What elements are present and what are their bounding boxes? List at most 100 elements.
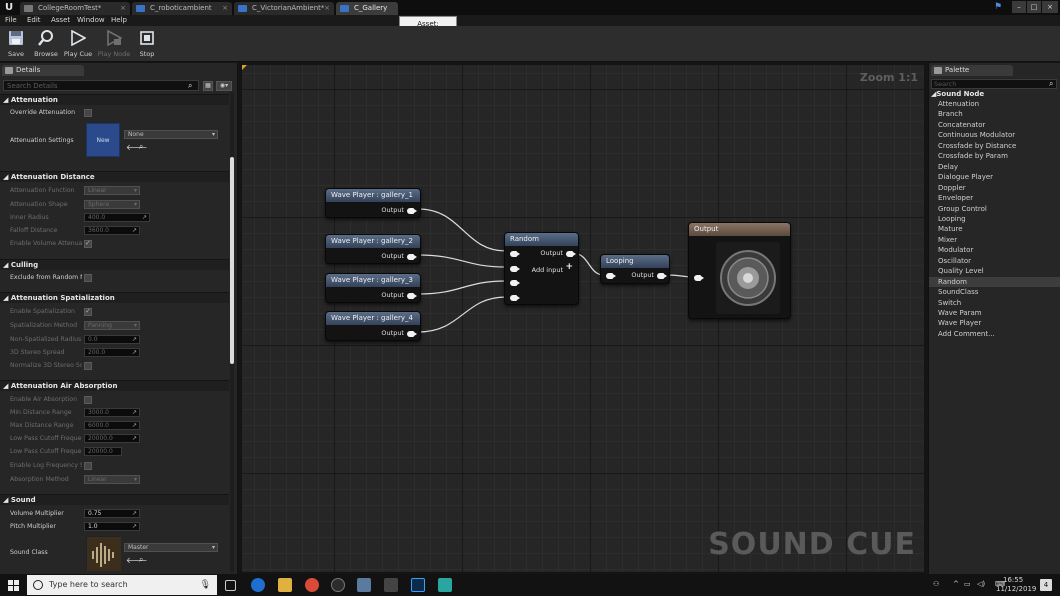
browse-asset-icon[interactable]: ⌕	[139, 555, 143, 565]
menu-window[interactable]: Window	[77, 15, 105, 26]
menu-help[interactable]: Help	[111, 15, 127, 26]
override-attenuation-checkbox[interactable]	[84, 109, 92, 117]
network-icon[interactable]: ▭	[964, 580, 971, 588]
output-pin[interactable]	[407, 331, 417, 337]
tab-c-victorianambient[interactable]: C_VictorianAmbient* ×	[234, 2, 334, 15]
menu-asset[interactable]: Asset	[51, 15, 70, 26]
sound-cue-graph[interactable]: Zoom 1:1 SOUND CUE Wave Player : gallery…	[240, 63, 926, 574]
palette-item-doppler[interactable]: Doppler	[929, 183, 1060, 193]
add-input-label[interactable]: Add input	[532, 266, 563, 274]
palette-item-mature[interactable]: Mature	[929, 224, 1060, 234]
eye-dropdown-icon[interactable]: ◉▾	[216, 81, 232, 91]
play-cue-button[interactable]: Play Cue	[63, 28, 93, 60]
palette-item-dialogue-player[interactable]: Dialogue Player	[929, 172, 1060, 182]
windows-start-icon[interactable]	[8, 580, 19, 591]
task-view-icon[interactable]	[225, 580, 236, 591]
volume-icon[interactable]: ◁)	[977, 580, 985, 588]
palette-item-group-control[interactable]: Group Control	[929, 204, 1060, 214]
clock-time[interactable]: 16:55	[1003, 576, 1023, 584]
app-3-icon[interactable]	[438, 578, 452, 592]
enable-air-absorption-checkbox[interactable]	[84, 396, 92, 404]
node-output[interactable]: Output	[688, 222, 791, 319]
browse-button[interactable]: Browse	[32, 28, 60, 60]
node-wave-player-3[interactable]: Wave Player : gallery_3 Output	[325, 273, 421, 303]
enable-spatialization-checkbox[interactable]	[84, 307, 92, 316]
output-pin[interactable]	[407, 293, 417, 299]
tab-palette[interactable]: Palette	[931, 65, 1013, 76]
attenuation-settings-dropdown[interactable]: None ▾	[124, 130, 218, 139]
close-window-button[interactable]: ×	[1042, 1, 1058, 13]
inner-radius-field[interactable]: 400.0 ↗	[84, 213, 150, 222]
menu-file[interactable]: File	[5, 15, 17, 26]
output-pin[interactable]	[657, 273, 667, 279]
section-sound[interactable]: ◢ Sound	[0, 494, 229, 505]
view-options-icon[interactable]: ▦	[203, 81, 213, 91]
chrome-icon[interactable]	[305, 578, 319, 592]
close-icon[interactable]: ×	[324, 2, 330, 15]
palette-item-oscillator[interactable]: Oscillator	[929, 256, 1060, 266]
taskbar-search-input[interactable]: Type here to search 🎙	[27, 575, 217, 595]
use-selected-arrow-icon[interactable]: 🡐	[126, 142, 147, 152]
output-pin[interactable]	[407, 208, 417, 214]
palette-item-add-comment[interactable]: Add Comment...	[929, 329, 1060, 339]
menu-edit[interactable]: Edit	[27, 15, 41, 26]
browse-asset-icon[interactable]: ⌕	[139, 142, 143, 152]
microphone-icon[interactable]: 🎙	[200, 575, 211, 595]
enable-volume-attenuation-checkbox[interactable]	[84, 239, 92, 248]
palette-item-crossfade-by-distance[interactable]: Crossfade by Distance	[929, 141, 1060, 151]
play-node-button[interactable]: Play Node	[97, 28, 131, 60]
spatialization-method-dropdown[interactable]: Panning ▾	[84, 321, 140, 330]
input-pin-2[interactable]	[510, 266, 520, 272]
falloff-distance-field[interactable]: 3600.0 ↗	[84, 226, 140, 235]
tray-chevron-icon[interactable]: ^	[953, 580, 959, 588]
file-explorer-icon[interactable]	[278, 578, 292, 592]
photoshop-icon[interactable]	[411, 578, 425, 592]
palette-item-switch[interactable]: Switch	[929, 298, 1060, 308]
close-icon[interactable]: ×	[222, 2, 228, 15]
palette-item-wave-player[interactable]: Wave Player	[929, 318, 1060, 328]
minimize-button[interactable]: –	[1012, 1, 1026, 13]
scrollbar-thumb[interactable]	[230, 157, 234, 364]
clock-date[interactable]: 11/12/2019	[996, 585, 1036, 593]
palette-item-delay[interactable]: Delay	[929, 162, 1060, 172]
section-attenuation-air-absorption[interactable]: ◢ Attenuation Air Absorption	[0, 380, 229, 391]
palette-item-continuous-modulator[interactable]: Continuous Modulator	[929, 130, 1060, 140]
input-pin[interactable]	[694, 275, 704, 281]
calculator-icon[interactable]	[384, 578, 398, 592]
palette-item-crossfade-by-param[interactable]: Crossfade by Param	[929, 151, 1060, 161]
palette-item-wave-param[interactable]: Wave Param	[929, 308, 1060, 318]
low-pass-cutoff-field-2[interactable]: 20000.0	[84, 447, 122, 456]
max-distance-range-field[interactable]: 6000.0 ↗	[84, 421, 140, 430]
palette-item-random[interactable]: Random	[929, 276, 1060, 287]
volume-multiplier-field[interactable]: 0.75 ↗	[84, 509, 140, 518]
people-icon[interactable]: ⚇	[933, 580, 939, 588]
tab-c-gallery[interactable]: C_Gallery	[336, 2, 398, 15]
palette-item-modulator[interactable]: Modulator	[929, 245, 1060, 255]
enable-log-frequency-checkbox[interactable]	[84, 462, 92, 470]
section-attenuation[interactable]: ◢ Attenuation	[0, 94, 229, 105]
non-spatialized-radius-field[interactable]: 0.0 ↗	[84, 335, 140, 344]
stereo-spread-field[interactable]: 200.0 ↗	[84, 348, 140, 357]
section-attenuation-spatialization[interactable]: ◢ Attenuation Spatialization	[0, 292, 229, 303]
palette-item-quality-level[interactable]: Quality Level	[929, 266, 1060, 276]
palette-item-looping[interactable]: Looping	[929, 214, 1060, 224]
input-pin[interactable]	[606, 273, 616, 279]
low-pass-cutoff-field-1[interactable]: 20000.0 ↗	[84, 434, 140, 443]
stop-button[interactable]: Stop	[135, 28, 159, 60]
maximize-button[interactable]: □	[1027, 1, 1041, 13]
notification-center-icon[interactable]: 4	[1040, 579, 1052, 591]
input-pin-1[interactable]	[510, 251, 520, 257]
palette-category-sound-node[interactable]: ◢Sound Node	[931, 90, 984, 98]
node-wave-player-4[interactable]: Wave Player : gallery_4 Output	[325, 311, 421, 341]
node-random[interactable]: Random Output Add input +	[504, 232, 579, 305]
source-control-icon[interactable]: ⚑	[994, 2, 1004, 12]
add-input-icon[interactable]: +	[565, 262, 573, 272]
output-pin[interactable]	[566, 251, 576, 257]
min-distance-range-field[interactable]: 3000.0 ↗	[84, 408, 140, 417]
palette-item-enveloper[interactable]: Enveloper	[929, 193, 1060, 203]
output-pin[interactable]	[407, 254, 417, 260]
unreal-engine-icon[interactable]	[331, 578, 345, 592]
attenuation-function-dropdown[interactable]: Linear ▾	[84, 186, 140, 195]
new-asset-thumbnail[interactable]: New	[86, 123, 120, 157]
palette-search-input[interactable]: Search	[931, 79, 1057, 89]
